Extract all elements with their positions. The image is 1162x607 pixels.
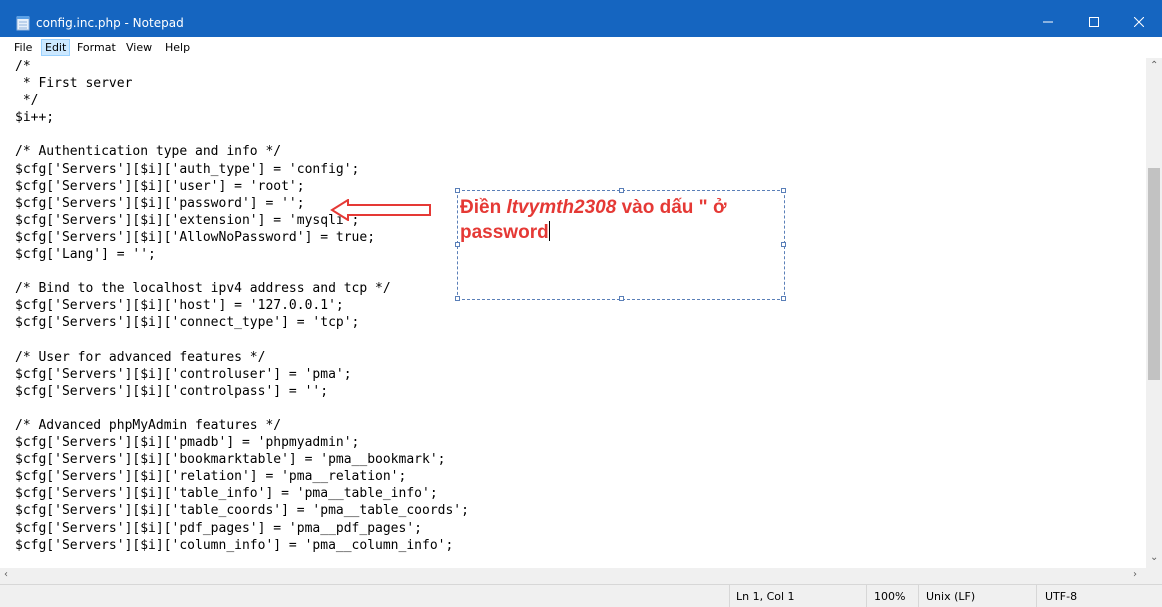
code-line[interactable]: /*	[15, 58, 469, 75]
code-line[interactable]: $cfg['Servers'][$i]['host'] = '127.0.0.1…	[15, 297, 469, 314]
title-bar[interactable]: config.inc.php - Notepad	[0, 0, 1162, 37]
code-line[interactable]: $cfg['Servers'][$i]['user'] = 'root';	[15, 178, 469, 195]
code-line[interactable]: $cfg['Servers'][$i]['bookmarktable'] = '…	[15, 451, 469, 468]
code-line[interactable]: /* Authentication type and info */	[15, 143, 469, 160]
code-line[interactable]: /* Advanced phpMyAdmin features */	[15, 417, 469, 434]
scroll-up-icon[interactable]: ⌃	[1150, 60, 1158, 71]
code-line[interactable]: $cfg['Servers'][$i]['auth_type'] = 'conf…	[15, 161, 469, 178]
window-title: config.inc.php - Notepad	[36, 16, 184, 30]
code-line[interactable]: /* Bind to the localhost ipv4 address an…	[15, 280, 469, 297]
red-arrow-icon	[330, 199, 431, 221]
code-text[interactable]: /* * First server */$i++; /* Authenticat…	[15, 58, 469, 554]
scroll-right-icon[interactable]: ›	[1133, 569, 1137, 580]
status-encoding: UTF-8	[1045, 590, 1078, 603]
status-position: Ln 1, Col 1	[736, 590, 795, 603]
scroll-left-icon[interactable]: ‹	[4, 569, 8, 580]
code-line[interactable]: $cfg['Servers'][$i]['pmadb'] = 'phpmyadm…	[15, 434, 469, 451]
status-divider	[1036, 585, 1037, 607]
code-line[interactable]: $cfg['Servers'][$i]['AllowNoPassword'] =…	[15, 229, 469, 246]
code-line[interactable]: $i++;	[15, 109, 469, 126]
text-caret	[548, 221, 550, 241]
minimize-icon	[1043, 21, 1053, 23]
annotation-password: ltvymth2308	[506, 197, 617, 218]
status-divider	[729, 585, 730, 607]
menu-format[interactable]: Format	[74, 40, 119, 55]
resize-handle[interactable]	[455, 296, 460, 301]
code-line[interactable]: $cfg['Servers'][$i]['table_info'] = 'pma…	[15, 485, 469, 502]
close-icon	[1134, 17, 1144, 27]
code-line[interactable]	[15, 126, 469, 143]
scrollbar-corner	[1146, 568, 1162, 584]
menu-bar: File Edit Format View Help	[0, 37, 1162, 58]
close-button[interactable]	[1116, 7, 1162, 37]
code-line[interactable]	[15, 263, 469, 280]
menu-view[interactable]: View	[123, 40, 155, 55]
resize-handle[interactable]	[781, 296, 786, 301]
code-line[interactable]: $cfg['Lang'] = '';	[15, 246, 469, 263]
scroll-down-icon[interactable]: ⌄	[1150, 552, 1158, 563]
resize-handle[interactable]	[781, 242, 786, 247]
status-bar: Ln 1, Col 1 100% Unix (LF) UTF-8	[0, 584, 1162, 607]
code-line[interactable]: */	[15, 92, 469, 109]
code-line[interactable]	[15, 400, 469, 417]
menu-file[interactable]: File	[11, 40, 35, 55]
resize-handle[interactable]	[619, 296, 624, 301]
resize-handle[interactable]	[781, 188, 786, 193]
notepad-icon	[16, 16, 30, 31]
status-line-ending: Unix (LF)	[926, 590, 976, 603]
vertical-scroll-thumb[interactable]	[1148, 168, 1160, 380]
annotation-prefix: Điền	[460, 197, 507, 218]
code-line[interactable]: $cfg['Servers'][$i]['column_info'] = 'pm…	[15, 537, 469, 554]
code-line[interactable]: $cfg['Servers'][$i]['connect_type'] = 't…	[15, 314, 469, 331]
code-line[interactable]: $cfg['Servers'][$i]['pdf_pages'] = 'pma_…	[15, 520, 469, 537]
text-editor[interactable]: /* * First server */$i++; /* Authenticat…	[0, 58, 1146, 568]
resize-handle[interactable]	[619, 188, 624, 193]
minimize-button[interactable]	[1025, 7, 1071, 37]
code-line[interactable]: * First server	[15, 75, 469, 92]
code-line[interactable]: $cfg['Servers'][$i]['controlpass'] = '';	[15, 383, 469, 400]
menu-help[interactable]: Help	[162, 40, 193, 55]
vertical-scrollbar[interactable]: ⌃ ⌄	[1146, 58, 1162, 568]
code-line[interactable]: $cfg['Servers'][$i]['relation'] = 'pma__…	[15, 468, 469, 485]
code-line[interactable]: $cfg['Servers'][$i]['table_coords'] = 'p…	[15, 502, 469, 519]
code-line[interactable]: /* User for advanced features */	[15, 349, 469, 366]
status-zoom: 100%	[874, 590, 906, 603]
menu-edit[interactable]: Edit	[41, 39, 71, 56]
code-line[interactable]	[15, 332, 469, 349]
maximize-button[interactable]	[1071, 7, 1117, 37]
status-divider	[918, 585, 919, 607]
code-line[interactable]: $cfg['Servers'][$i]['controluser'] = 'pm…	[15, 366, 469, 383]
notepad-window: config.inc.php - Notepad File Edit Forma…	[0, 0, 1162, 607]
annotation-text[interactable]: Điền ltvymth2308 vào dấu " ở password	[460, 195, 780, 245]
horizontal-scrollbar[interactable]: ‹ ›	[0, 568, 1146, 584]
status-divider	[866, 585, 867, 607]
maximize-icon	[1089, 17, 1099, 27]
resize-handle[interactable]	[455, 188, 460, 193]
